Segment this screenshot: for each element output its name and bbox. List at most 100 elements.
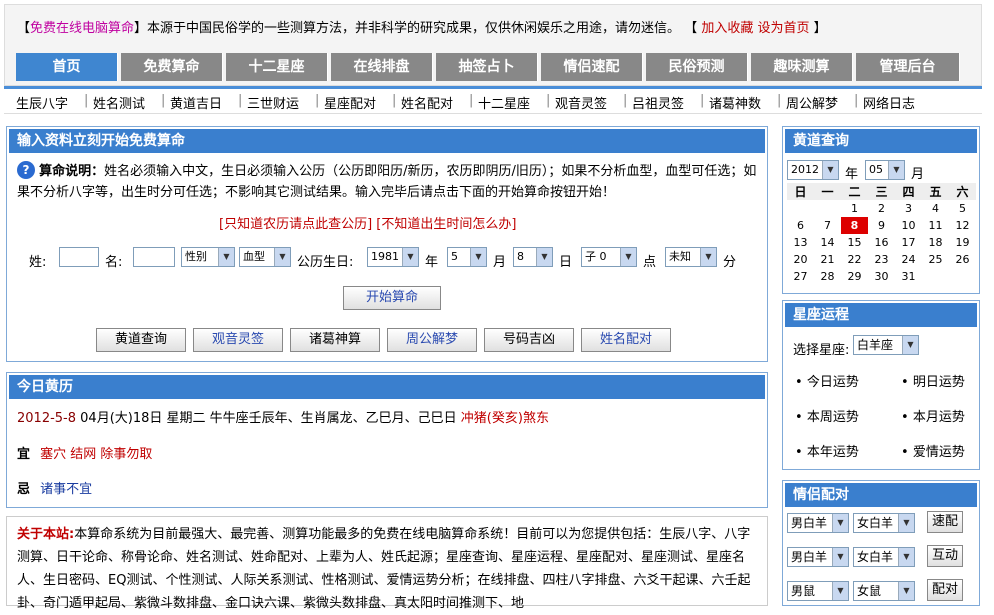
calendar-day[interactable]: 28 [814,268,841,285]
calendar-day[interactable]: 16 [868,234,895,251]
calendar-day[interactable]: 12 [949,217,976,234]
calendar-day-today[interactable]: 8 [841,217,868,234]
tab-home[interactable]: 首页 [16,53,118,81]
match-a-select[interactable]: 男鼠 ▼ [787,581,849,601]
calendar-day[interactable]: 27 [787,268,814,285]
quick-button-number[interactable]: 号码吉凶 [484,328,574,352]
day-select[interactable]: 8 ▼ [513,247,553,267]
calendar-day[interactable]: 26 [949,251,976,268]
subnav-item[interactable]: 周公解梦 [786,93,838,112]
match-a-select[interactable]: 男白羊 ▼ [787,513,849,533]
calendar-day[interactable]: 15 [841,234,868,251]
calendar-day[interactable]: 7 [814,217,841,234]
add-favorite-link[interactable]: 加入收藏 [701,21,753,36]
site-notice: 【免费在线电脑算命】本源于中国民俗学的一些测算方法，并非科学的研究成果，仅供休闲… [17,17,827,36]
subnav-item[interactable]: 黄道吉日 [170,93,222,112]
calendar-day[interactable] [787,200,814,217]
year-select[interactable]: 1981 ▼ [367,247,419,267]
zodiac-select[interactable]: 白羊座 ▼ [853,335,919,355]
almanac-title: 今日黄历 [9,375,765,399]
lunar-convert-link[interactable]: [只知道农历请点此查公历] [219,217,372,232]
quick-button-huangdao[interactable]: 黄道查询 [96,328,186,352]
calendar-year-select[interactable]: 2012 ▼ [787,160,839,180]
gender-select[interactable]: 性别 ▼ [181,247,235,267]
quick-button-dream[interactable]: 周公解梦 [387,328,477,352]
calendar-day[interactable] [949,268,976,285]
calendar-title: 黄道查询 [785,129,977,153]
calendar-day[interactable]: 24 [895,251,922,268]
subnav-item[interactable]: 星座配对 [324,93,376,112]
calendar-day[interactable]: 19 [949,234,976,251]
tab-zodiac[interactable]: 十二星座 [226,53,328,81]
horoscope-link-month[interactable]: • 本月运势 [901,406,965,425]
subnav-item[interactable]: 三世财运 [247,93,299,112]
subnav-item[interactable]: 诸葛神数 [709,93,761,112]
unknown-time-link[interactable]: [不知道出生时间怎么办] [376,217,516,232]
subnav-item[interactable]: 吕祖灵签 [632,93,684,112]
calendar-day[interactable]: 11 [922,217,949,234]
calendar-day[interactable]: 17 [895,234,922,251]
calendar-day[interactable]: 2 [868,200,895,217]
calendar-day[interactable]: 29 [841,268,868,285]
calendar-day[interactable]: 21 [814,251,841,268]
calendar-day[interactable] [922,268,949,285]
surname-input[interactable] [59,247,99,267]
match-pair-button[interactable]: 配对 [927,579,963,601]
tab-free-fortune[interactable]: 免费算命 [121,53,223,81]
match-interact-button[interactable]: 互动 [927,545,963,567]
calendar-month-select[interactable]: 05 ▼ [865,160,905,180]
subnav-item[interactable]: 生辰八字 [16,93,68,112]
match-b-select[interactable]: 女白羊 ▼ [853,513,915,533]
subnav-item[interactable]: 观音灵签 [555,93,607,112]
tab-folk-prediction[interactable]: 民俗预测 [646,53,748,81]
subnav-separator: | [238,93,243,108]
hour-select[interactable]: 子 0 ▼ [581,247,637,267]
chevron-down-icon: ▼ [888,161,904,179]
name-input[interactable] [133,247,175,267]
calendar-day[interactable]: 10 [895,217,922,234]
month-select[interactable]: 5 ▼ [447,247,487,267]
match-a-select[interactable]: 男白羊 ▼ [787,547,849,567]
subnav-item[interactable]: 十二星座 [478,93,530,112]
tab-online-chart[interactable]: 在线排盘 [331,53,433,81]
minute-select[interactable]: 未知 ▼ [665,247,717,267]
tab-admin[interactable]: 管理后台 [856,53,960,81]
calendar-day[interactable]: 23 [868,251,895,268]
subnav-item[interactable]: 姓名配对 [401,93,453,112]
calendar-day[interactable]: 5 [949,200,976,217]
start-fortune-button[interactable]: 开始算命 [343,286,441,310]
horoscope-link-love[interactable]: • 爱情运势 [901,441,965,460]
tab-divination[interactable]: 抽签占卜 [436,53,538,81]
subnav-item[interactable]: 网络日志 [863,93,915,112]
quick-button-zhuge[interactable]: 诸葛神算 [290,328,380,352]
tab-fun-tests[interactable]: 趣味测算 [751,53,853,81]
calendar-day[interactable]: 14 [814,234,841,251]
calendar-day[interactable]: 3 [895,200,922,217]
horoscope-link-year[interactable]: • 本年运势 [795,441,859,460]
calendar-day[interactable]: 1 [841,200,868,217]
subnav-item[interactable]: 姓名测试 [93,93,145,112]
quick-button-guanyin[interactable]: 观音灵签 [193,328,283,352]
blood-select[interactable]: 血型 ▼ [239,247,291,267]
match-speed-button[interactable]: 速配 [927,511,963,533]
brand-link[interactable]: 免费在线电脑算命 [30,21,134,36]
quick-button-name-match[interactable]: 姓名配对 [581,328,671,352]
calendar-day[interactable]: 31 [895,268,922,285]
calendar-day[interactable]: 9 [868,217,895,234]
calendar-day[interactable]: 30 [868,268,895,285]
horoscope-link-tomorrow[interactable]: • 明日运势 [901,371,965,390]
match-b-select[interactable]: 女白羊 ▼ [853,547,915,567]
calendar-day[interactable] [814,200,841,217]
calendar-day[interactable]: 4 [922,200,949,217]
set-homepage-link[interactable]: 设为首页 [758,21,810,36]
calendar-day[interactable]: 18 [922,234,949,251]
calendar-day[interactable]: 25 [922,251,949,268]
calendar-day[interactable]: 6 [787,217,814,234]
tab-couple-match[interactable]: 情侣速配 [541,53,643,81]
calendar-day[interactable]: 13 [787,234,814,251]
horoscope-link-week[interactable]: • 本周运势 [795,406,859,425]
calendar-day[interactable]: 22 [841,251,868,268]
match-b-select[interactable]: 女鼠 ▼ [853,581,915,601]
calendar-day[interactable]: 20 [787,251,814,268]
horoscope-link-today[interactable]: • 今日运势 [795,371,859,390]
